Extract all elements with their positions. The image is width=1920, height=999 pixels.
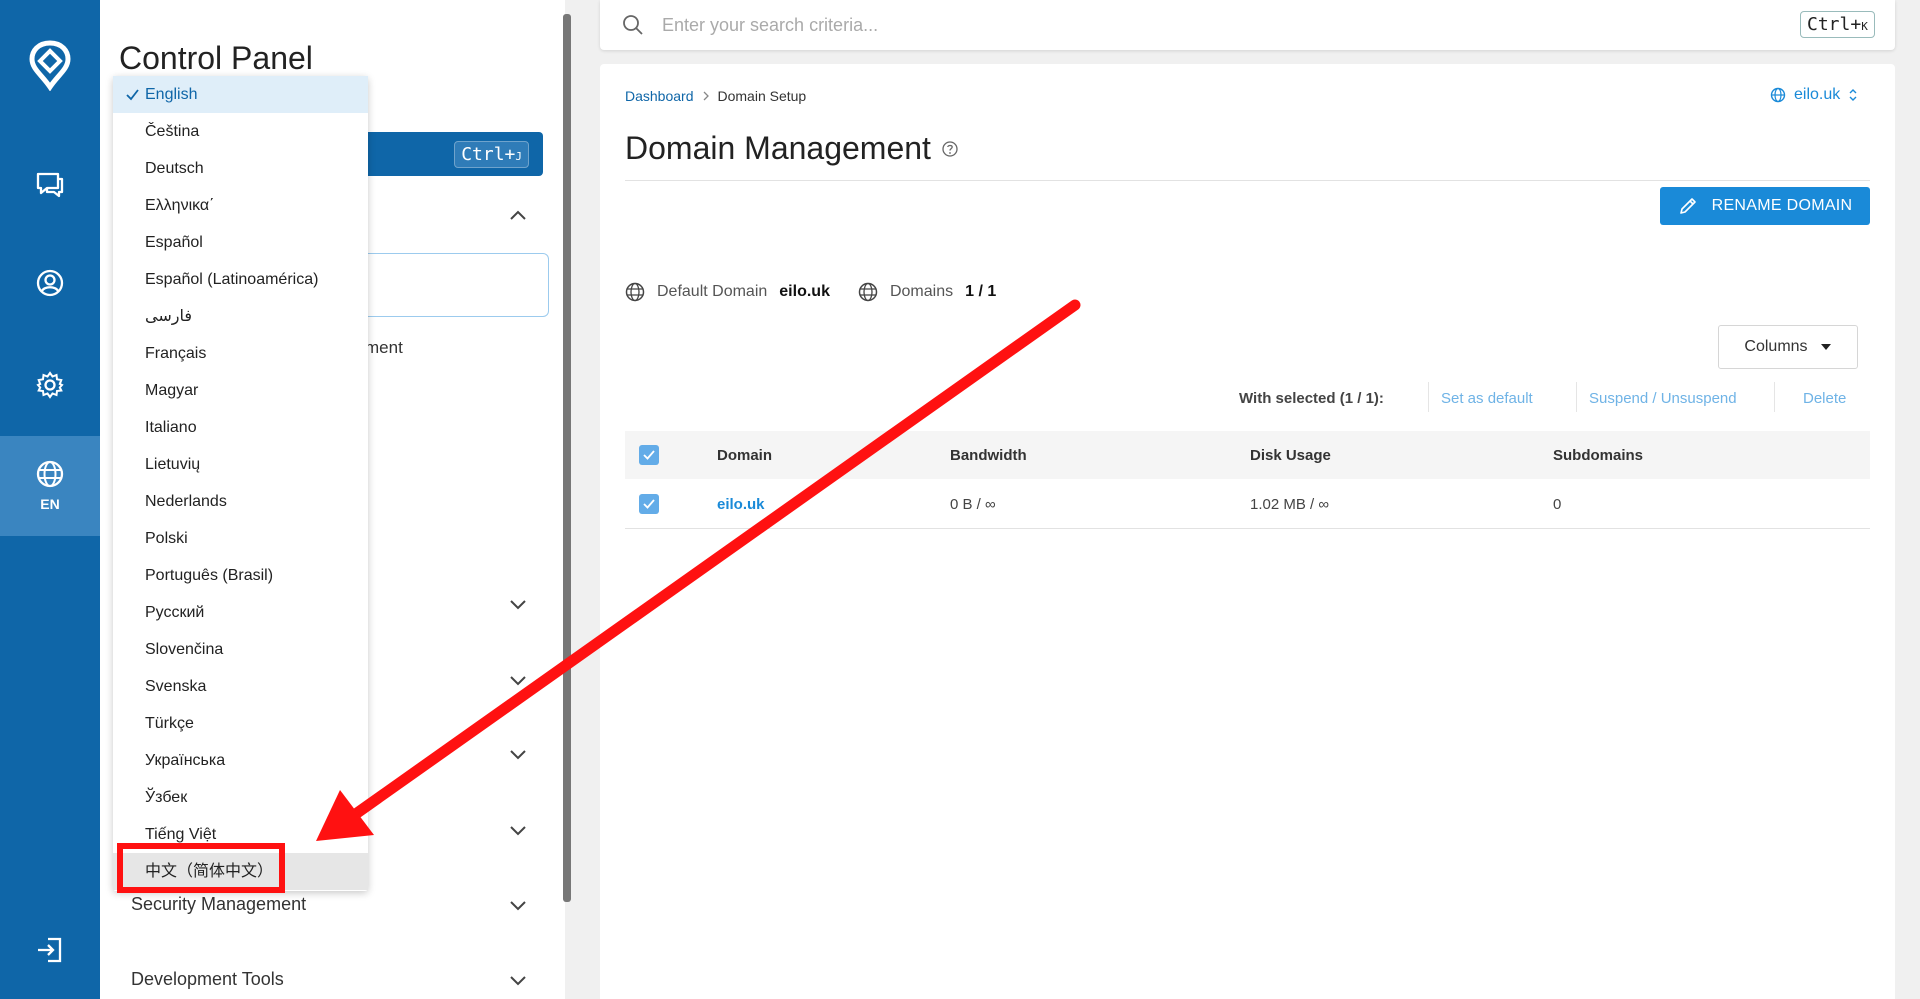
user-icon[interactable]: [0, 258, 100, 308]
breadcrumb-current: Domain Setup: [717, 88, 807, 104]
domains-count-label: Domains: [889, 283, 954, 300]
language-option[interactable]: Svenska: [113, 668, 368, 705]
language-option[interactable]: فارسی: [113, 298, 368, 335]
language-option[interactable]: Polski: [113, 520, 368, 557]
global-search-bar: Ctrl+K: [600, 0, 1895, 50]
domain-stats: Default Domain eilo.uk Domains 1 / 1: [625, 282, 996, 302]
divider: [1774, 382, 1775, 412]
help-icon[interactable]: [941, 140, 959, 158]
default-domain-value: eilo.uk: [779, 283, 830, 300]
search-icon: [623, 15, 643, 35]
chevron-down-icon[interactable]: [508, 744, 528, 764]
domain-switcher-value: eilo.uk: [1794, 86, 1841, 103]
select-all-checkbox[interactable]: [639, 445, 659, 465]
table-header: Domain Bandwidth Disk Usage Subdomains: [625, 431, 1870, 479]
language-option[interactable]: Español: [113, 224, 368, 261]
chevron-up-icon[interactable]: [508, 205, 528, 225]
domains-count-value: 1 / 1: [965, 283, 997, 300]
delete-button[interactable]: Delete: [1803, 390, 1846, 407]
chevron-down-icon[interactable]: [508, 895, 528, 915]
globe-icon: [625, 282, 645, 302]
shortcut-badge: Ctrl+J: [454, 140, 529, 168]
language-option[interactable]: Ўзбек: [113, 779, 368, 816]
language-option[interactable]: Nederlands: [113, 483, 368, 520]
language-option[interactable]: Čeština: [113, 113, 368, 150]
set-default-button[interactable]: Set as default: [1441, 390, 1533, 407]
pencil-icon: [1679, 198, 1696, 214]
subdomains-cell: 0: [1553, 496, 1562, 513]
chevron-down-icon[interactable]: [508, 970, 528, 990]
language-option[interactable]: Ελληνικα΄: [113, 187, 368, 224]
sidebar-search-shortcut[interactable]: Ctrl+J: [367, 132, 543, 176]
sort-icon: [1849, 89, 1857, 101]
check-icon: [643, 499, 655, 509]
chevron-down-icon[interactable]: [508, 820, 528, 840]
language-option[interactable]: Español (Latinoamérica): [113, 261, 368, 298]
domain-switcher[interactable]: eilo.uk: [1770, 86, 1858, 104]
language-dropdown: English Čeština Deutsch Ελληνικα΄ Españo…: [113, 76, 368, 891]
globe-icon: [1770, 87, 1786, 103]
globe-icon: [858, 282, 878, 302]
sidebar-section-development[interactable]: Development Tools: [131, 969, 284, 990]
main-content-card: Dashboard Domain Setup eilo.uk Domain Ma…: [600, 64, 1895, 999]
bandwidth-cell: 0 B / ∞: [950, 496, 996, 513]
language-option[interactable]: Русский: [113, 594, 368, 631]
nav-rail: EN: [0, 0, 100, 999]
divider: [625, 180, 1870, 181]
language-option[interactable]: Türkçe: [113, 705, 368, 742]
breadcrumb-dashboard[interactable]: Dashboard: [625, 88, 694, 104]
column-header-bandwidth[interactable]: Bandwidth: [950, 447, 1027, 464]
with-selected-label: With selected (1 / 1):: [1239, 390, 1384, 407]
sidebar-scrollbar[interactable]: [563, 14, 571, 902]
annotation-highlight-box: [117, 843, 285, 893]
language-switcher[interactable]: EN: [0, 436, 100, 536]
suspend-button[interactable]: Suspend / Unsuspend: [1589, 390, 1737, 407]
divider: [1428, 382, 1429, 412]
sidebar-title: Control Panel: [119, 40, 313, 76]
row-checkbox[interactable]: [639, 494, 659, 514]
language-option[interactable]: Deutsch: [113, 150, 368, 187]
language-option[interactable]: Português (Brasil): [113, 557, 368, 594]
globe-icon: [36, 460, 64, 488]
page-title: Domain Management: [625, 130, 959, 167]
language-code: EN: [40, 496, 60, 512]
language-option[interactable]: Français: [113, 335, 368, 372]
columns-button[interactable]: Columns: [1718, 325, 1858, 369]
language-option[interactable]: Slovenčina: [113, 631, 368, 668]
search-input[interactable]: [662, 10, 1682, 40]
check-icon: [643, 450, 655, 460]
language-option[interactable]: Українська: [113, 742, 368, 779]
disk-usage-cell: 1.02 MB / ∞: [1250, 496, 1330, 513]
table-row: eilo.uk 0 B / ∞ 1.02 MB / ∞ 0: [625, 479, 1870, 529]
check-icon: [126, 89, 139, 101]
caret-down-icon: [1820, 344, 1831, 350]
column-header-domain[interactable]: Domain: [717, 447, 772, 464]
chevron-right-icon: [703, 91, 709, 101]
column-header-subdomains[interactable]: Subdomains: [1553, 447, 1643, 464]
chevron-down-icon[interactable]: [508, 670, 528, 690]
search-shortcut-badge: Ctrl+K: [1800, 11, 1875, 38]
sidebar-section-security[interactable]: Security Management: [131, 894, 306, 915]
language-option[interactable]: Lietuvių: [113, 446, 368, 483]
column-header-disk-usage[interactable]: Disk Usage: [1250, 447, 1331, 464]
language-option[interactable]: Magyar: [113, 372, 368, 409]
rename-domain-button[interactable]: RENAME DOMAIN: [1660, 187, 1870, 225]
gear-icon[interactable]: [0, 360, 100, 410]
breadcrumb: Dashboard Domain Setup: [625, 88, 806, 104]
sidebar-item-label: ment: [365, 338, 403, 357]
sidebar-search-box[interactable]: [367, 253, 549, 317]
logo-icon[interactable]: [0, 30, 100, 100]
divider: [1576, 382, 1577, 412]
logout-icon[interactable]: [0, 925, 100, 975]
domain-link[interactable]: eilo.uk: [717, 496, 765, 513]
language-option[interactable]: Italiano: [113, 409, 368, 446]
language-option[interactable]: English: [113, 76, 368, 113]
chevron-down-icon[interactable]: [508, 594, 528, 614]
chat-icon[interactable]: [0, 160, 100, 210]
default-domain-label: Default Domain: [657, 283, 768, 300]
